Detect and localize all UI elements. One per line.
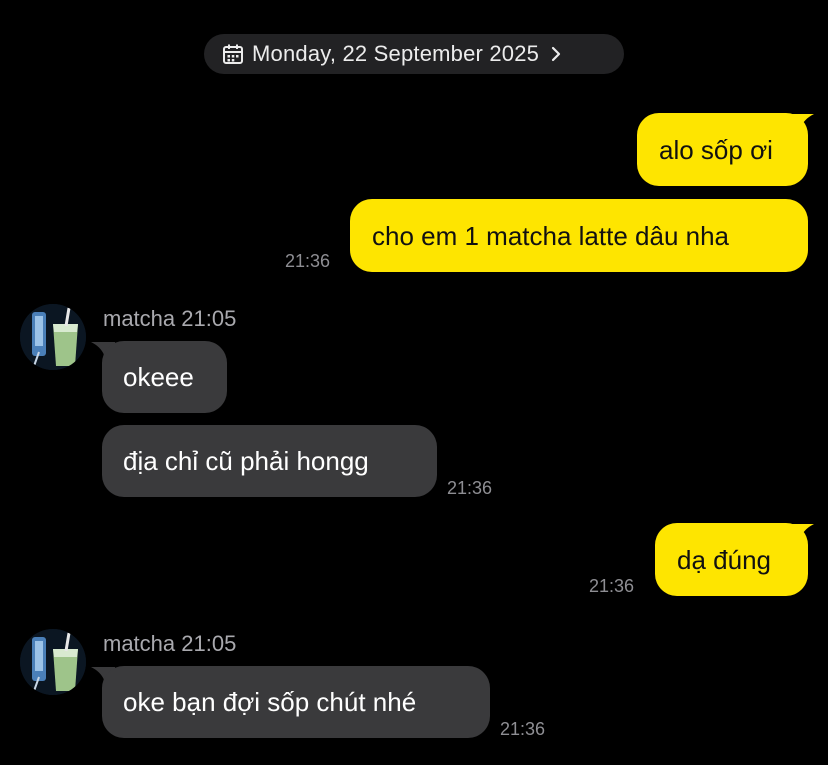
message-text: oke bạn đợi sốp chút nhé [123, 687, 417, 717]
outgoing-message[interactable]: cho em 1 matcha latte dâu nha [350, 199, 808, 272]
message-text: okeee [123, 362, 194, 392]
outgoing-message[interactable]: dạ đúng [655, 523, 808, 596]
message-text: cho em 1 matcha latte dâu nha [372, 220, 730, 251]
message-timestamp: 21:36 [285, 251, 331, 271]
contact-avatar[interactable] [20, 304, 86, 370]
message-timestamp: 21:36 [589, 576, 635, 596]
outgoing-message[interactable]: alo sốp ơi [637, 113, 808, 186]
incoming-message[interactable]: oke bạn đợi sốp chút nhé [102, 666, 490, 738]
sender-name-time: matcha 21:05 [103, 631, 237, 656]
avatar-image [20, 629, 86, 695]
message-text: địa chỉ cũ phải hongg [123, 446, 369, 476]
message-text: alo sốp ơi [659, 134, 773, 165]
avatar-image [20, 304, 86, 370]
message-timestamp: 21:36 [447, 478, 493, 498]
chevron-right-icon [552, 46, 561, 62]
incoming-message[interactable]: okeee [102, 341, 227, 413]
contact-avatar[interactable] [20, 629, 86, 695]
message-timestamp: 21:36 [500, 719, 546, 739]
date-header[interactable]: Monday, 22 September 2025 [204, 34, 624, 74]
date-label: Monday, 22 September 2025 [252, 41, 540, 66]
calendar-icon [223, 44, 243, 64]
sender-name-time: matcha 21:05 [103, 306, 237, 331]
message-text: dạ đúng [677, 544, 771, 575]
incoming-message[interactable]: địa chỉ cũ phải hongg [102, 425, 437, 497]
